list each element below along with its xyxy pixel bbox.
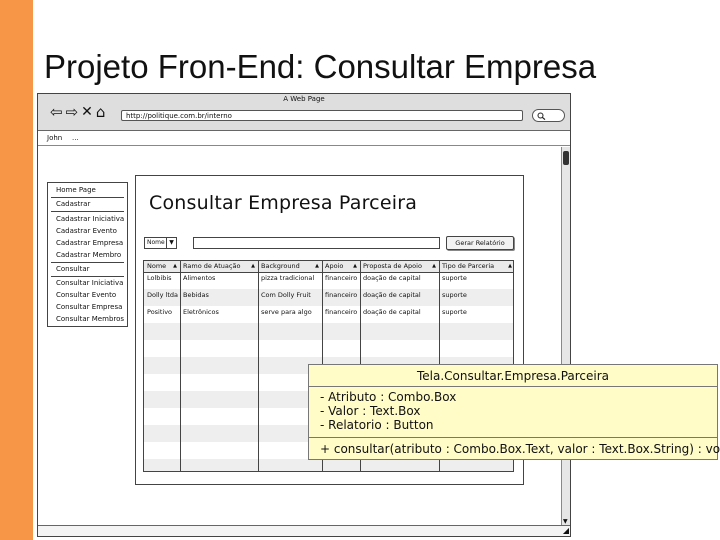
generate-report-button[interactable]: Gerar Relatório (446, 236, 514, 250)
table-row[interactable]: Lolbibis Alimentos pizza tradicional fin… (144, 272, 513, 289)
browser-search-box[interactable] (532, 109, 565, 122)
column-divider (180, 261, 181, 471)
sort-arrow-icon: ▲ (251, 263, 255, 269)
cell-tipo: suporte (442, 274, 467, 282)
column-divider (258, 261, 259, 471)
sort-arrow-icon: ▲ (508, 263, 512, 269)
cell-ramo: Eletrônicos (183, 308, 219, 316)
uml-class-name: Tela.Consultar.Empresa.Parceira (309, 365, 717, 387)
value-text-box[interactable] (193, 237, 440, 249)
column-header-ramo[interactable]: Ramo de Atuação ▲ (180, 261, 258, 272)
resize-grip-icon[interactable]: ◢ (563, 526, 569, 536)
cell-nome: Positivo (147, 308, 173, 316)
cell-background: Com Dolly Fruit (261, 291, 311, 299)
cell-background: pizza tradicional (261, 274, 315, 282)
menu-item-cadastrar-membro[interactable]: Cadastrar Membro (56, 251, 121, 259)
nav-icons: ⇦ ⇨ ✕ ⌂ (50, 104, 105, 120)
column-header-background[interactable]: Background ▲ (258, 261, 322, 272)
cell-ramo: Bebidas (183, 291, 209, 299)
uml-separator (309, 437, 717, 438)
table-row[interactable]: Positivo Eletrônicos serve para algo fin… (144, 306, 513, 323)
forward-arrow-icon[interactable]: ⇨ (66, 105, 79, 120)
table-row[interactable]: Dolly ltda Bebidas Com Dolly Fruit finan… (144, 289, 513, 306)
column-header-nome[interactable]: Nome ▲ (144, 261, 180, 272)
cell-apoio: financeiro (325, 291, 358, 299)
bookmark-john[interactable]: John (47, 131, 62, 145)
cell-proposta: doação de capital (363, 274, 421, 282)
slide-title: Projeto Fron-End: Consultar Empresa (44, 48, 597, 85)
bookmark-more[interactable]: ... (72, 131, 79, 145)
sort-arrow-icon: ▲ (315, 263, 319, 269)
cell-tipo: suporte (442, 308, 467, 316)
window-title: A Web Page (283, 95, 325, 103)
scrollbar-thumb[interactable] (563, 151, 569, 165)
menu-item-cadastrar-iniciativa[interactable]: Cadastrar Iniciativa (56, 215, 124, 223)
menu-divider (51, 262, 124, 263)
close-icon[interactable]: ✕ (81, 105, 93, 119)
vertical-scrollbar[interactable]: ▼ (561, 147, 570, 527)
browser-titlebar: A Web Page ⇦ ⇨ ✕ ⌂ http://politique.com.… (38, 94, 570, 131)
cell-proposta: doação de capital (363, 308, 421, 316)
accent-bar (0, 0, 33, 540)
menu-item-cadastrar[interactable]: Cadastrar (56, 200, 90, 208)
cell-proposta: doação de capital (363, 291, 421, 299)
menu-item-consultar-iniciativa[interactable]: Consultar Iniciativa (56, 279, 123, 287)
home-icon[interactable]: ⌂ (96, 105, 106, 120)
menu-divider (51, 276, 124, 277)
cell-nome: Lolbibis (147, 274, 172, 282)
side-menu: Home Page Cadastrar Cadastrar Iniciativa… (47, 182, 128, 327)
column-header-apoio[interactable]: Apoio ▲ (322, 261, 360, 272)
cell-tipo: suporte (442, 291, 467, 299)
bookmarks-bar: John ... (38, 131, 570, 146)
uml-attribute: - Relatorio : Button (320, 418, 434, 432)
grid-row-stripe (144, 459, 513, 471)
uml-attribute: - Valor : Text.Box (320, 404, 421, 418)
uml-class-box: Tela.Consultar.Empresa.Parceira - Atribu… (308, 364, 720, 460)
menu-item-home-page[interactable]: Home Page (56, 186, 96, 194)
menu-item-consultar-membros[interactable]: Consultar Membros (56, 315, 124, 323)
search-icon (537, 112, 546, 120)
menu-item-consultar[interactable]: Consultar (56, 265, 90, 273)
cell-background: serve para algo (261, 308, 312, 316)
menu-item-cadastrar-empresa[interactable]: Cadastrar Empresa (56, 239, 123, 247)
uml-operation: + consultar(atributo : Combo.Box.Text, v… (320, 442, 720, 456)
menu-divider (51, 197, 124, 198)
column-header-tipo[interactable]: Tipo de Parceria ▲ (439, 261, 513, 272)
page-heading: Consultar Empresa Parceira (149, 192, 418, 214)
url-bar[interactable]: http://politique.com.br/interno (121, 110, 523, 121)
sort-arrow-icon: ▲ (173, 263, 177, 269)
sort-arrow-icon: ▲ (353, 263, 357, 269)
grid-row-stripe (144, 323, 513, 340)
back-arrow-icon[interactable]: ⇦ (50, 105, 63, 120)
combo-value: Nome (147, 239, 165, 246)
menu-item-cadastrar-evento[interactable]: Cadastrar Evento (56, 227, 117, 235)
status-bar: ◢ (38, 525, 570, 536)
sort-arrow-icon: ▲ (432, 263, 436, 269)
cell-apoio: financeiro (325, 308, 358, 316)
menu-item-consultar-evento[interactable]: Consultar Evento (56, 291, 116, 299)
cell-apoio: financeiro (325, 274, 358, 282)
column-header-proposta[interactable]: Proposta de Apoio ▲ (360, 261, 439, 272)
chevron-down-icon[interactable]: ▼ (166, 238, 176, 248)
menu-item-consultar-empresa[interactable]: Consultar Empresa (56, 303, 122, 311)
cell-nome: Dolly ltda (147, 291, 178, 299)
attribute-combo-box[interactable]: Nome ▼ (144, 237, 177, 249)
cell-ramo: Alimentos (183, 274, 216, 282)
menu-divider (51, 211, 124, 212)
uml-attribute: - Atributo : Combo.Box (320, 390, 457, 404)
